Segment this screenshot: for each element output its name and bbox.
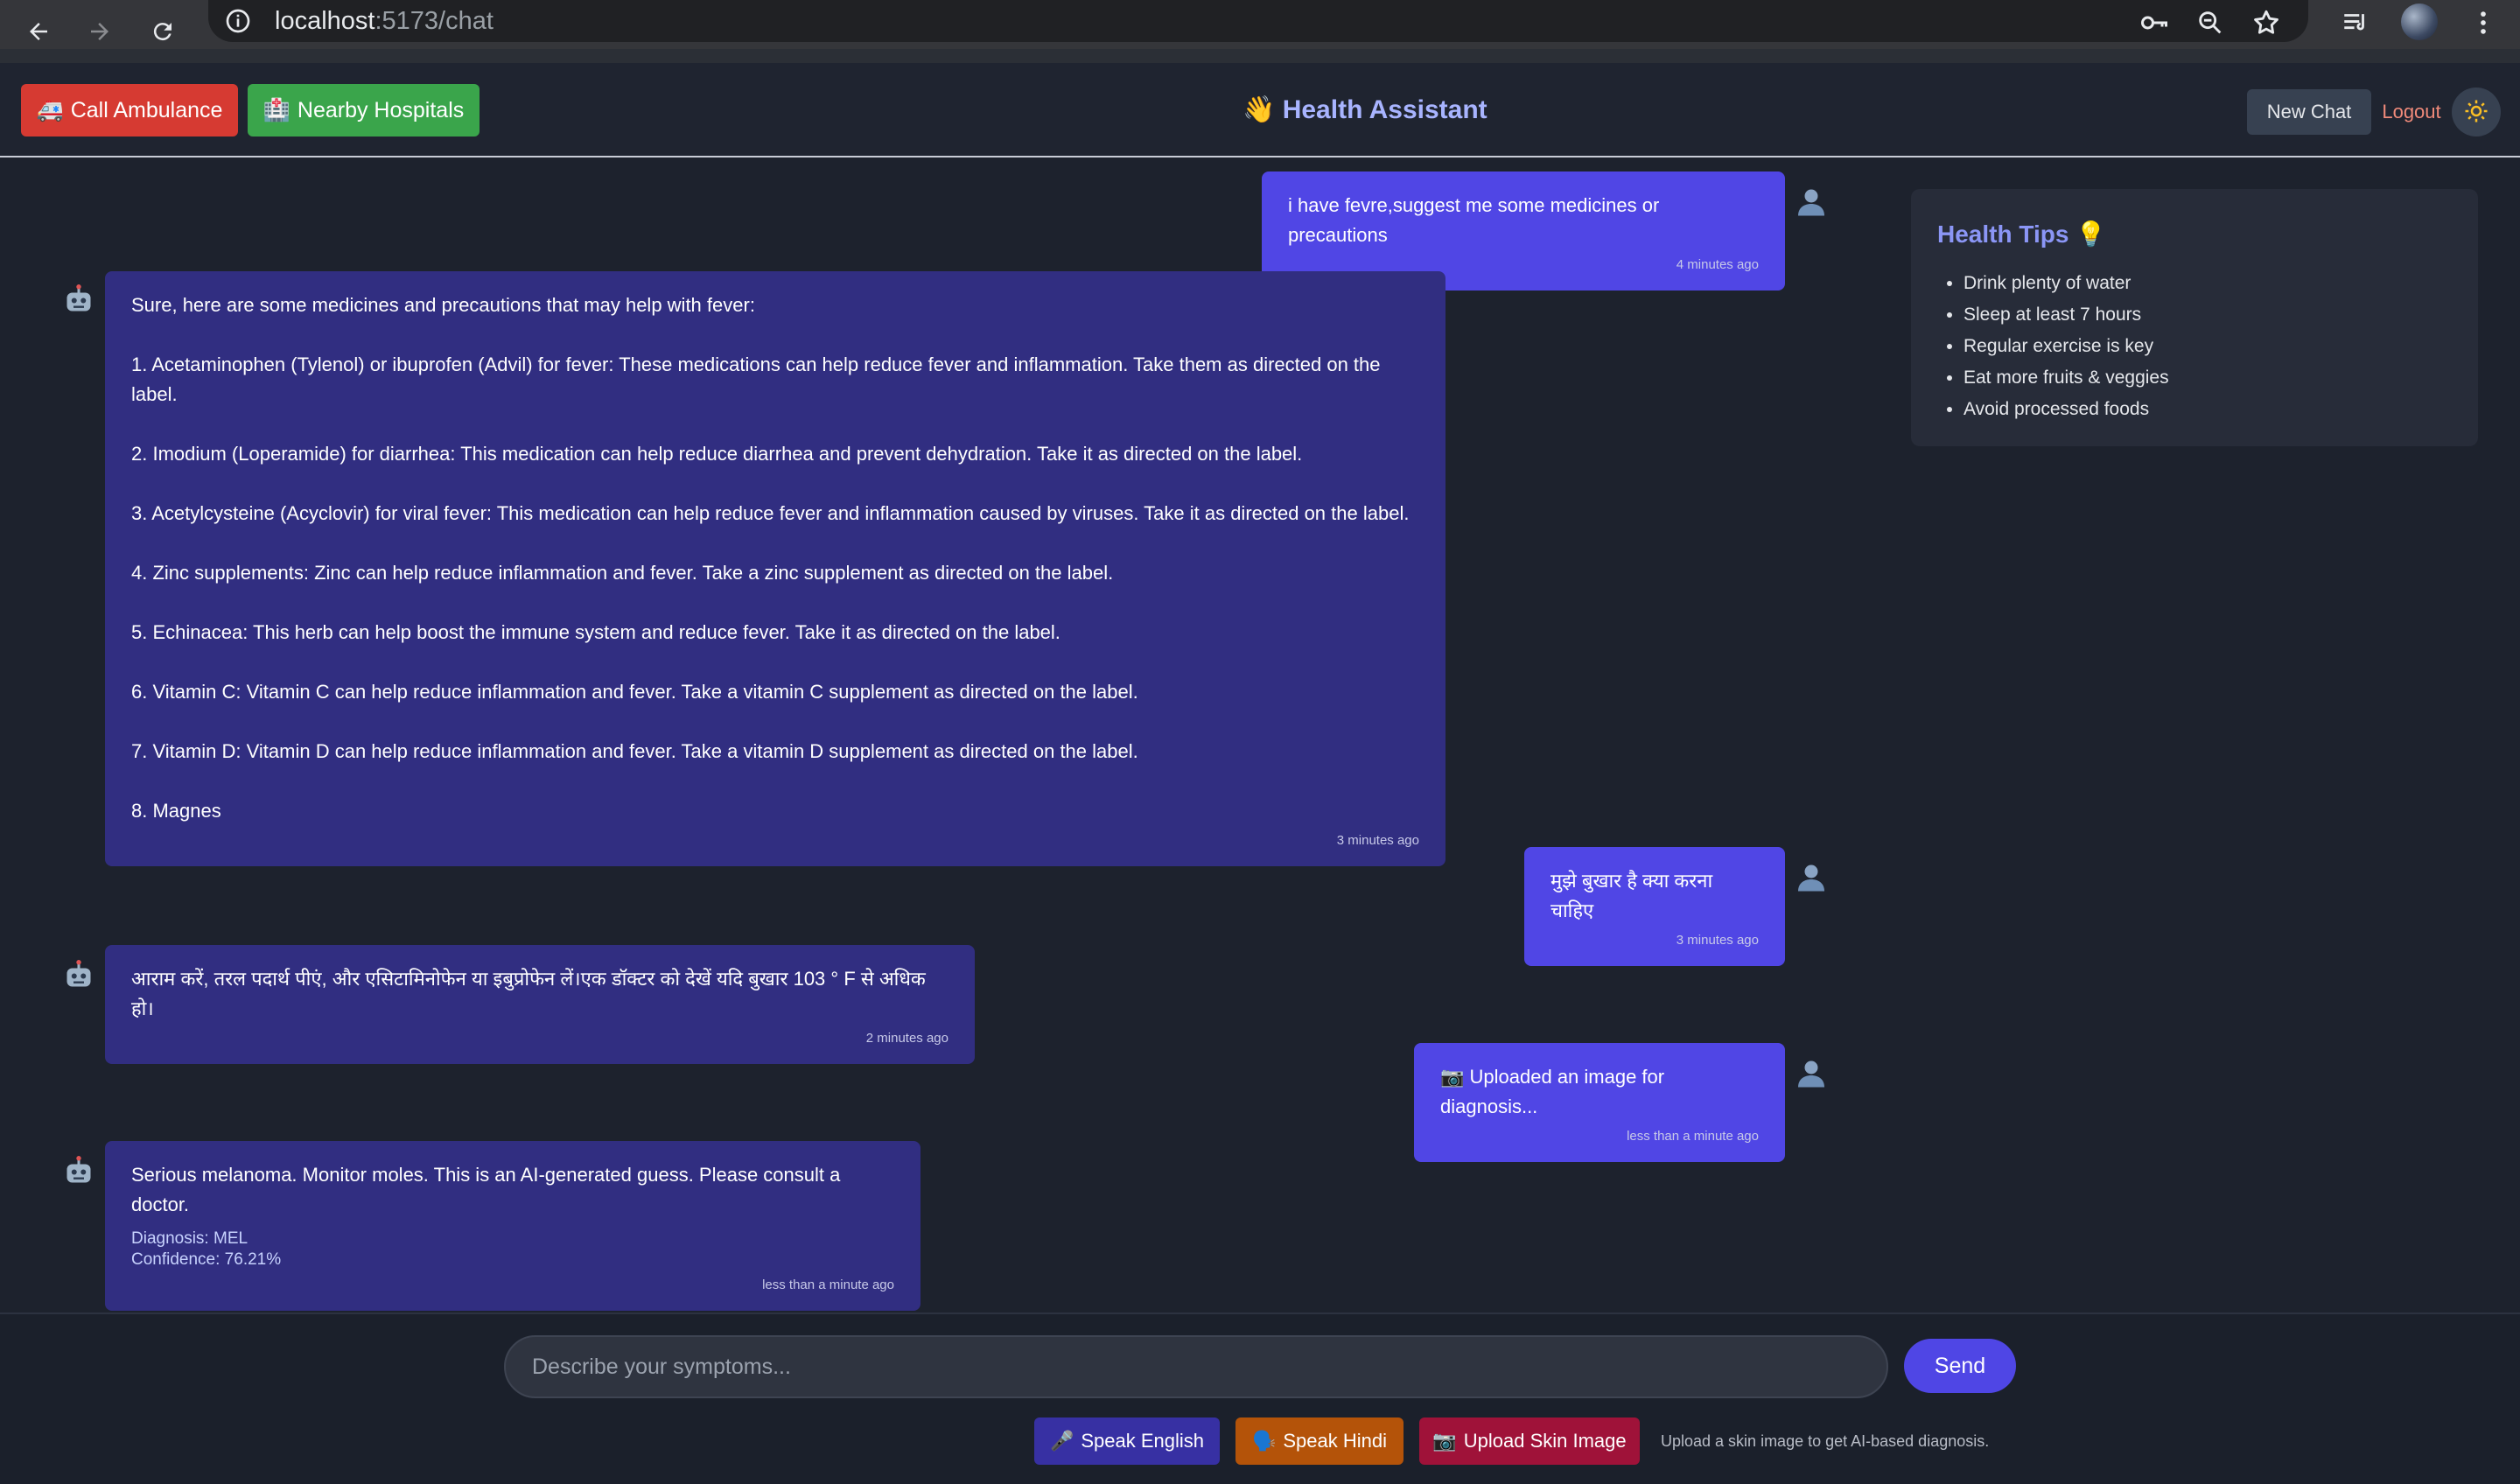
bot-avatar-icon: [61, 282, 96, 317]
tip-item: Avoid processed foods: [1964, 394, 2452, 425]
upload-skin-image-label: Upload Skin Image: [1463, 1430, 1627, 1452]
message-timestamp: less than a minute ago: [1627, 1129, 1759, 1144]
upload-message-text: Uploaded an image for diagnosis...: [1440, 1066, 1670, 1117]
profile-avatar[interactable]: [2401, 4, 2438, 40]
bookmark-star-icon[interactable]: [2247, 4, 2286, 42]
nearby-hospitals-label: Nearby Hospitals: [297, 97, 465, 122]
message-text: Sure, here are some medicines and precau…: [131, 294, 1410, 822]
more-menu-icon[interactable]: [2464, 4, 2502, 42]
bot-message: Serious melanoma. Monitor moles. This is…: [105, 1141, 920, 1311]
hospital-icon: 🏥: [262, 97, 290, 122]
symptom-input[interactable]: [504, 1335, 1888, 1398]
lightbulb-icon: 💡: [2076, 220, 2107, 248]
new-chat-button[interactable]: New Chat: [2247, 89, 2371, 135]
health-tips-title-text: Health Tips: [1937, 220, 2069, 248]
page-title: 👋 Health Assistant: [1242, 89, 1488, 131]
camera-icon: 📷: [1432, 1430, 1457, 1452]
message-timestamp: 3 minutes ago: [1336, 833, 1419, 848]
microphone-icon: 🎤: [1049, 1430, 1074, 1452]
ambulance-icon: 🚑: [36, 97, 64, 122]
url-text[interactable]: localhost:5173/chat: [275, 5, 494, 37]
bot-avatar-icon: [61, 1153, 96, 1188]
waving-hand-icon: 👋: [1242, 95, 1276, 124]
call-ambulance-label: Call Ambulance: [70, 97, 223, 122]
bot-message: आराम करें, तरल पदार्थ पीएं, और एसिटामिनो…: [105, 945, 975, 1064]
diagnosis-label: Diagnosis: MEL: [131, 1229, 248, 1248]
password-key-icon[interactable]: [2135, 4, 2174, 42]
tip-item: Eat more fruits & veggies: [1964, 362, 2452, 394]
url-path: :5173/chat: [374, 7, 494, 35]
health-tips-title: Health Tips 💡: [1937, 219, 2452, 250]
user-avatar-icon: [1794, 859, 1829, 894]
message-text: i have fevre,suggest me some medicines o…: [1288, 194, 1665, 246]
site-info-icon[interactable]: [222, 5, 254, 37]
speak-english-label: Speak English: [1081, 1430, 1205, 1452]
user-message: 📷 Uploaded an image for diagnosis... les…: [1414, 1043, 1785, 1162]
confidence-label: Confidence: 76.21%: [131, 1250, 282, 1269]
user-message: मुझे बुखार है क्या करना चाहिए 3 minutes …: [1524, 847, 1785, 966]
message-timestamp: 2 minutes ago: [865, 1031, 948, 1046]
url-host: localhost: [275, 7, 375, 35]
message-text: मुझे बुखार है क्या करना चाहिए: [1550, 870, 1718, 921]
input-area: Send 🎤 Speak English 🗣️ Speak Hindi 📷 Up…: [0, 1312, 2520, 1484]
tip-item: Sleep at least 7 hours: [1964, 299, 2452, 331]
health-tips-card: Health Tips 💡 Drink plenty of water Slee…: [1911, 189, 2478, 446]
speak-english-button[interactable]: 🎤 Speak English: [1034, 1418, 1220, 1465]
new-chat-label: New Chat: [2266, 101, 2352, 122]
speech-icon: 🗣️: [1251, 1430, 1277, 1452]
bot-avatar-icon: [61, 957, 96, 992]
send-button[interactable]: Send: [1904, 1339, 2016, 1393]
call-ambulance-button[interactable]: 🚑 Call Ambulance: [21, 84, 238, 136]
sun-icon: [2463, 98, 2489, 127]
user-avatar-icon: [1794, 184, 1829, 219]
speak-hindi-button[interactable]: 🗣️ Speak Hindi: [1236, 1418, 1404, 1465]
tip-item: Regular exercise is key: [1964, 331, 2452, 362]
message-text: Serious melanoma. Monitor moles. This is…: [131, 1164, 846, 1215]
user-avatar-icon: [1794, 1055, 1829, 1090]
address-bar[interactable]: [208, 0, 2308, 42]
upload-hint: Upload a skin image to get AI-based diag…: [1661, 1432, 1990, 1450]
media-queue-icon[interactable]: [2336, 4, 2375, 42]
tip-item: Drink plenty of water: [1964, 268, 2452, 299]
logout-button[interactable]: Logout: [2373, 89, 2450, 135]
theme-toggle-button[interactable]: [2452, 88, 2501, 136]
send-label: Send: [1934, 1353, 1986, 1378]
message-timestamp: 3 minutes ago: [1676, 933, 1759, 948]
nearby-hospitals-button[interactable]: 🏥 Nearby Hospitals: [248, 84, 480, 136]
bot-message: Sure, here are some medicines and precau…: [105, 271, 1446, 866]
page-title-text: Health Assistant: [1282, 95, 1488, 124]
logout-label: Logout: [2382, 101, 2441, 122]
message-timestamp: less than a minute ago: [762, 1278, 894, 1292]
camera-icon: 📷: [1440, 1066, 1470, 1088]
upload-skin-image-button[interactable]: 📷 Upload Skin Image: [1419, 1418, 1640, 1465]
message-text: 📷 Uploaded an image for diagnosis...: [1440, 1062, 1759, 1122]
health-tips-list: Drink plenty of water Sleep at least 7 h…: [1937, 268, 2452, 425]
message-text: आराम करें, तरल पदार्थ पीएं, और एसिटामिनो…: [131, 968, 931, 1019]
zoom-icon[interactable]: [2191, 4, 2230, 42]
toolbar-shadow: [0, 49, 2520, 63]
app-header: 🚑 Call Ambulance 🏥 Nearby Hospitals 👋 He…: [0, 63, 2520, 158]
speak-hindi-label: Speak Hindi: [1283, 1430, 1388, 1452]
